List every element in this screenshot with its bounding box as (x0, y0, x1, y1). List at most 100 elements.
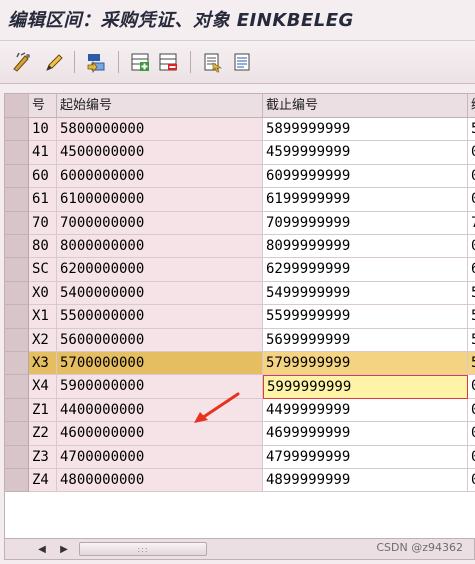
table-row[interactable]: 10580000000058999999995 (5, 118, 475, 142)
watermark: CSDN @z94362 (376, 541, 463, 554)
cell-from[interactable]: 7000000000 (57, 211, 263, 235)
cell-to[interactable]: 5599999999 (263, 305, 468, 329)
cell-extra[interactable]: 0 (468, 375, 475, 399)
number-range-table: 号 起始编号 截止编号 编 10580000000058999999995414… (4, 93, 475, 539)
cell-to[interactable]: 4599999999 (263, 141, 468, 165)
cell-no: 61 (29, 188, 57, 212)
insert-row-icon[interactable] (128, 50, 152, 74)
cell-extra[interactable]: 0 (468, 141, 475, 165)
table-row[interactable]: X1550000000055999999995 (5, 305, 475, 329)
cell-extra[interactable]: 0 (468, 422, 475, 446)
row-selector[interactable] (5, 328, 29, 352)
table-row[interactable]: 60600000000060999999990 (5, 164, 475, 189)
cell-no: X0 (29, 281, 57, 306)
cell-to[interactable]: 6299999999 (263, 258, 468, 282)
cell-to[interactable]: 6199999999 (263, 188, 468, 212)
table-row[interactable]: X3570000000057999999995 (5, 352, 475, 376)
cell-from[interactable]: 6000000000 (57, 164, 263, 189)
row-selector[interactable] (5, 235, 29, 259)
cell-from[interactable]: 6100000000 (57, 188, 263, 212)
cell-to[interactable]: 4799999999 (263, 445, 468, 469)
table-row[interactable]: X2560000000056999999995 (5, 328, 475, 352)
row-selector[interactable] (5, 281, 29, 306)
column-header-no[interactable]: 号 (29, 94, 57, 117)
cell-to[interactable]: 4699999999 (263, 422, 468, 446)
column-header-from[interactable]: 起始编号 (57, 94, 263, 117)
table-row[interactable]: 80800000000080999999990 (5, 235, 475, 259)
edit-icon[interactable] (42, 50, 66, 74)
row-selector[interactable] (5, 164, 29, 189)
cell-from[interactable]: 5500000000 (57, 305, 263, 329)
cell-extra[interactable]: 5 (468, 281, 475, 306)
table-row[interactable]: SC620000000062999999996 (5, 258, 475, 282)
delete-row-icon[interactable] (156, 50, 180, 74)
cell-from[interactable]: 8000000000 (57, 235, 263, 259)
cell-extra[interactable]: 5 (468, 328, 475, 352)
cell-extra[interactable]: 0 (468, 188, 475, 212)
scroll-right-icon[interactable]: ▶ (57, 542, 71, 556)
row-selector[interactable] (5, 422, 29, 446)
cell-extra[interactable]: 5 (468, 118, 475, 142)
change-mode-icon[interactable] (10, 50, 34, 74)
row-selector[interactable] (5, 305, 29, 329)
overview-icon[interactable] (230, 50, 254, 74)
scroll-left-icon[interactable]: ◀ (35, 542, 49, 556)
cell-no: 80 (29, 235, 57, 259)
row-selector[interactable] (5, 258, 29, 282)
cell-to[interactable]: 8099999999 (263, 235, 468, 259)
scroll-thumb[interactable]: ::: (79, 542, 207, 556)
cell-to[interactable]: 5499999999 (263, 281, 468, 306)
table-row[interactable]: Z3470000000047999999990 (5, 445, 475, 469)
cell-from[interactable]: 5700000000 (57, 352, 263, 376)
cell-from[interactable]: 6200000000 (57, 258, 263, 282)
cell-no: 41 (29, 141, 57, 165)
row-selector[interactable] (5, 375, 29, 399)
column-header-to[interactable]: 截止编号 (263, 94, 468, 117)
row-selector[interactable] (5, 469, 29, 493)
cell-to[interactable]: 4899999999 (263, 469, 468, 493)
cell-extra[interactable]: 7 (468, 211, 475, 235)
column-header-extra[interactable]: 编 (468, 94, 475, 117)
cell-to[interactable]: 5699999999 (263, 328, 468, 352)
table-row[interactable]: 41450000000045999999990 (5, 141, 475, 165)
row-selector[interactable] (5, 211, 29, 235)
select-icon[interactable] (84, 50, 108, 74)
cell-extra[interactable]: 0 (468, 445, 475, 469)
cell-to[interactable]: 5999999999 (263, 375, 468, 399)
cell-to[interactable]: 5799999999 (263, 352, 468, 376)
cell-to[interactable]: 6099999999 (263, 164, 468, 189)
cell-no: Z4 (29, 469, 57, 493)
table-row[interactable]: 61610000000061999999990 (5, 188, 475, 212)
row-selector[interactable] (5, 445, 29, 469)
cell-extra[interactable]: 0 (468, 235, 475, 259)
cell-to[interactable]: 4499999999 (263, 398, 468, 423)
cell-from[interactable]: 5800000000 (57, 118, 263, 142)
cell-from[interactable]: 5400000000 (57, 281, 263, 306)
cell-extra[interactable]: 0 (468, 469, 475, 493)
toolbar-separator (190, 51, 191, 73)
cell-extra[interactable]: 6 (468, 258, 475, 282)
select-all-corner[interactable] (5, 94, 29, 117)
row-selector[interactable] (5, 141, 29, 165)
row-selector[interactable] (5, 118, 29, 142)
cell-no: 10 (29, 118, 57, 142)
table-row[interactable]: Z4480000000048999999990 (5, 469, 475, 493)
table-row[interactable]: X0540000000054999999995 (5, 281, 475, 306)
toolbar-separator (118, 51, 119, 73)
cell-from[interactable]: 4500000000 (57, 141, 263, 165)
row-selector[interactable] (5, 352, 29, 376)
row-selector[interactable] (5, 398, 29, 423)
cell-extra[interactable]: 5 (468, 352, 475, 376)
cell-extra[interactable]: 5 (468, 305, 475, 329)
detail-icon[interactable] (200, 50, 224, 74)
cell-from[interactable]: 4800000000 (57, 469, 263, 493)
cell-from[interactable]: 5600000000 (57, 328, 263, 352)
cell-from[interactable]: 4700000000 (57, 445, 263, 469)
table-row[interactable]: 70700000000070999999997 (5, 211, 475, 235)
cell-to[interactable]: 5899999999 (263, 118, 468, 142)
cell-extra[interactable]: 0 (468, 164, 475, 189)
row-selector[interactable] (5, 188, 29, 212)
cell-to[interactable]: 7099999999 (263, 211, 468, 235)
cell-extra[interactable]: 0 (468, 398, 475, 423)
table-header: 号 起始编号 截止编号 编 (5, 94, 475, 118)
